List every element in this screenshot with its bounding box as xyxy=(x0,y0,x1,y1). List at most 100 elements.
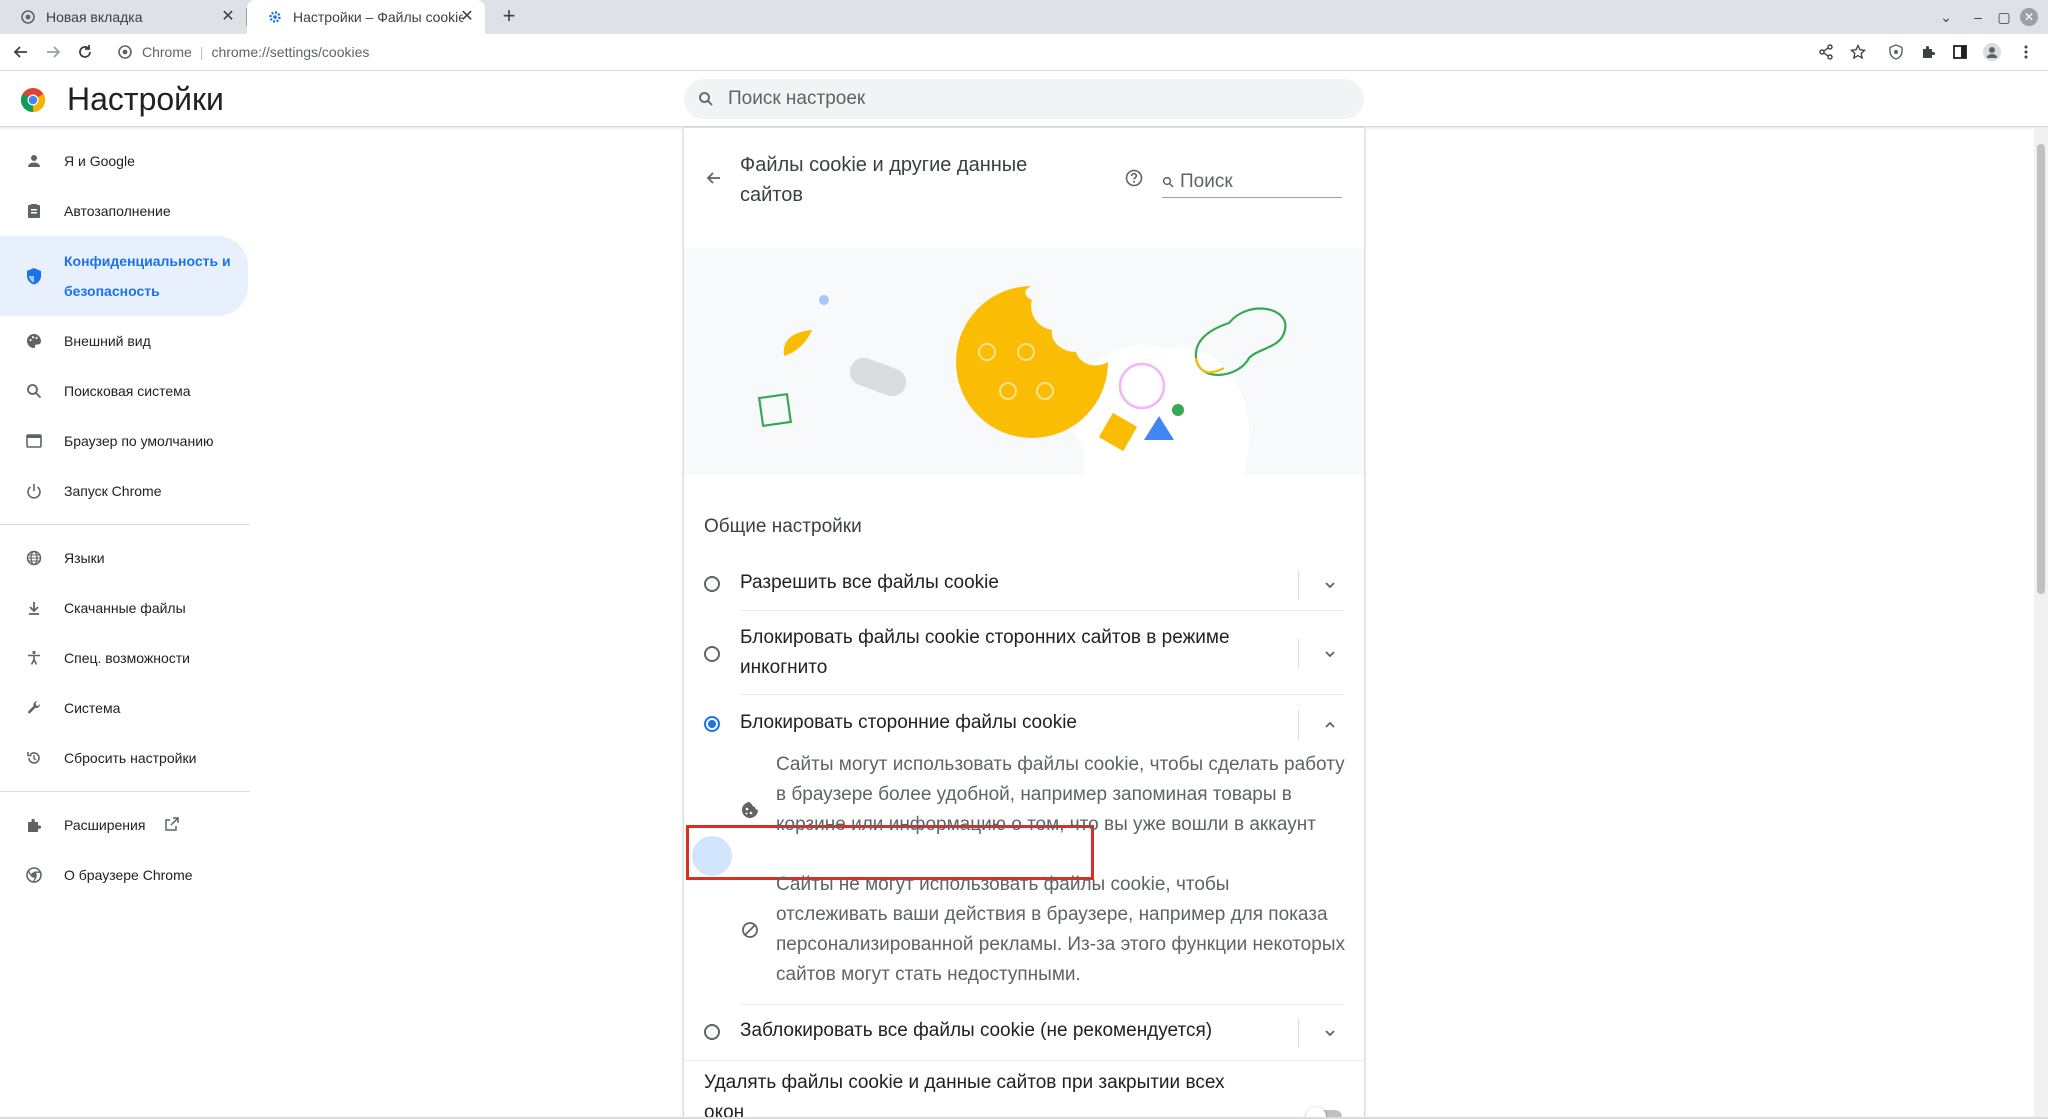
sidebar-item-label: Расширения xyxy=(64,817,146,833)
clear-on-exit-label: Удалять файлы cookie и данные сайтов при… xyxy=(704,1072,1225,1119)
help-icon[interactable] xyxy=(1124,168,1144,188)
card-header: Файлы cookie и другие данные сайтов Поис… xyxy=(684,128,1364,248)
option-divider xyxy=(1298,570,1299,600)
open-in-new-icon xyxy=(164,816,180,835)
option-divider xyxy=(1298,1018,1299,1048)
scrollbar-thumb[interactable] xyxy=(2037,144,2045,594)
chrome-icon xyxy=(20,9,36,25)
chevron-down-icon[interactable] xyxy=(1320,1023,1340,1043)
sidebar-item-label: Конфиденциальность и безопасность xyxy=(64,253,231,299)
page-title: Настройки xyxy=(67,81,224,117)
row-divider xyxy=(740,1004,1344,1005)
sidebar-item-privacy[interactable]: Конфиденциальность и безопасность xyxy=(0,236,248,316)
sidebar-item-label: Браузер по умолчанию xyxy=(64,433,214,449)
radio-block-incognito[interactable] xyxy=(704,646,720,662)
window-close-button[interactable]: ✕ xyxy=(2020,8,2038,26)
star-icon[interactable] xyxy=(1848,42,1868,62)
detail-text: Сайты могут использовать файлы cookie, ч… xyxy=(776,754,1345,835)
sidebar-item-system[interactable]: Система xyxy=(0,683,248,733)
block-icon xyxy=(742,922,758,938)
sidebar-item-reset[interactable]: Сбросить настройки xyxy=(0,733,248,783)
sidebar-item-you-and-google[interactable]: Я и Google xyxy=(0,136,248,186)
sidebar-item-downloads[interactable]: Скачанные файлы xyxy=(0,583,248,633)
avatar[interactable] xyxy=(1982,42,2002,62)
wrench-icon xyxy=(25,699,43,717)
sidebar-item-label: Скачанные файлы xyxy=(64,600,186,616)
page-search-placeholder: Поиск xyxy=(1180,170,1233,192)
sidebar-item-search-engine[interactable]: Поисковая система xyxy=(0,366,248,416)
restore-button[interactable]: ▢ xyxy=(1993,6,2015,28)
option-label: Блокировать сторонние файлы cookie xyxy=(740,712,1077,733)
close-tab-icon[interactable]: ✕ xyxy=(220,9,236,25)
clipboard-icon xyxy=(25,202,43,220)
arrow-left-icon xyxy=(13,46,27,58)
settings-search-input[interactable] xyxy=(728,88,1328,110)
more-menu-icon[interactable] xyxy=(2016,42,2036,62)
back-arrow-icon[interactable] xyxy=(704,168,724,188)
tab-strip: Новая вкладка ✕ Настройки – Файлы cookie… xyxy=(0,0,2048,34)
radio-block-all[interactable] xyxy=(704,1024,720,1040)
search-icon xyxy=(699,92,713,106)
gear-icon xyxy=(267,9,283,25)
address-bar[interactable]: Chrome | chrome://settings/cookies xyxy=(116,38,1816,66)
extension-shield-icon[interactable] xyxy=(1886,42,1906,62)
chevron-down-icon[interactable] xyxy=(1320,575,1340,595)
search-icon xyxy=(25,382,43,400)
sidebar-item-appearance[interactable]: Внешний вид xyxy=(0,316,248,366)
subpage-title: Файлы cookie и другие данные сайтов xyxy=(740,154,1028,206)
tab-new-tab[interactable]: Новая вкладка ✕ xyxy=(0,0,246,34)
sidebar-item-label: Языки xyxy=(64,550,105,566)
tab-settings[interactable]: Настройки – Файлы cookie и ✕ xyxy=(247,0,485,34)
cookie-illustration xyxy=(684,248,1364,474)
side-panel-icon[interactable] xyxy=(1950,42,1970,62)
row-divider xyxy=(684,1060,1364,1061)
radio-block-third-party[interactable] xyxy=(704,716,720,732)
shield-icon xyxy=(25,267,43,285)
chevron-down-icon[interactable] xyxy=(1320,644,1340,664)
sidebar-item-label: Поисковая система xyxy=(64,383,191,399)
option-label: Разрешить все файлы cookie xyxy=(740,572,999,593)
sidebar-item-label: Автозаполнение xyxy=(64,203,171,219)
sidebar-item-label: Система xyxy=(64,700,121,716)
sidebar-item-on-startup[interactable]: Запуск Chrome xyxy=(0,466,248,516)
sidebar: Я и Google Автозаполнение Конфиденциальн… xyxy=(0,128,250,1119)
tab-search-icon[interactable]: ⌄ xyxy=(1935,6,1957,28)
sidebar-item-autofill[interactable]: Автозаполнение xyxy=(0,186,248,236)
power-icon xyxy=(25,482,43,500)
chrome-icon xyxy=(25,866,43,884)
close-tab-icon[interactable]: ✕ xyxy=(459,9,475,25)
sidebar-item-accessibility[interactable]: Спец. возможности xyxy=(0,633,248,683)
chevron-up-icon[interactable] xyxy=(1320,715,1340,735)
puzzle-icon[interactable] xyxy=(1918,42,1938,62)
option-label: Блокировать файлы cookie сторонних сайто… xyxy=(740,627,1230,678)
row-divider xyxy=(740,610,1344,611)
radio-allow-all[interactable] xyxy=(704,576,720,592)
sidebar-item-languages[interactable]: Языки xyxy=(0,533,248,583)
puzzle-icon xyxy=(25,816,43,834)
sidebar-item-extensions[interactable]: Расширения xyxy=(0,800,248,850)
search-icon xyxy=(1162,176,1174,188)
sidebar-item-label: Я и Google xyxy=(64,153,135,169)
browser-icon xyxy=(25,432,43,450)
cookie-icon xyxy=(742,802,758,818)
palette-icon xyxy=(25,332,43,350)
sidebar-divider xyxy=(0,524,250,525)
back-button[interactable] xyxy=(10,41,32,63)
share-icon[interactable] xyxy=(1816,42,1836,62)
sidebar-item-default-browser[interactable]: Браузер по умолчанию xyxy=(0,416,248,466)
page-scrollbar[interactable] xyxy=(2034,128,2048,1119)
settings-search[interactable] xyxy=(684,79,1364,119)
reload-button[interactable] xyxy=(74,41,96,63)
settings-header: Настройки xyxy=(0,71,2048,127)
new-tab-button[interactable]: + xyxy=(498,5,520,28)
sidebar-item-about-chrome[interactable]: О браузере Chrome xyxy=(0,850,248,900)
sidebar-item-label: Спец. возможности xyxy=(64,650,190,666)
page-search[interactable]: Поиск xyxy=(1162,166,1342,198)
chrome-logo-icon xyxy=(20,87,46,113)
arrow-right-icon xyxy=(47,46,61,58)
chrome-icon xyxy=(118,45,132,59)
globe-icon xyxy=(25,549,43,567)
detail-text: Сайты не могут использовать файлы cookie… xyxy=(776,874,1345,985)
forward-button[interactable] xyxy=(42,41,64,63)
minimize-button[interactable]: – xyxy=(1967,6,1989,28)
